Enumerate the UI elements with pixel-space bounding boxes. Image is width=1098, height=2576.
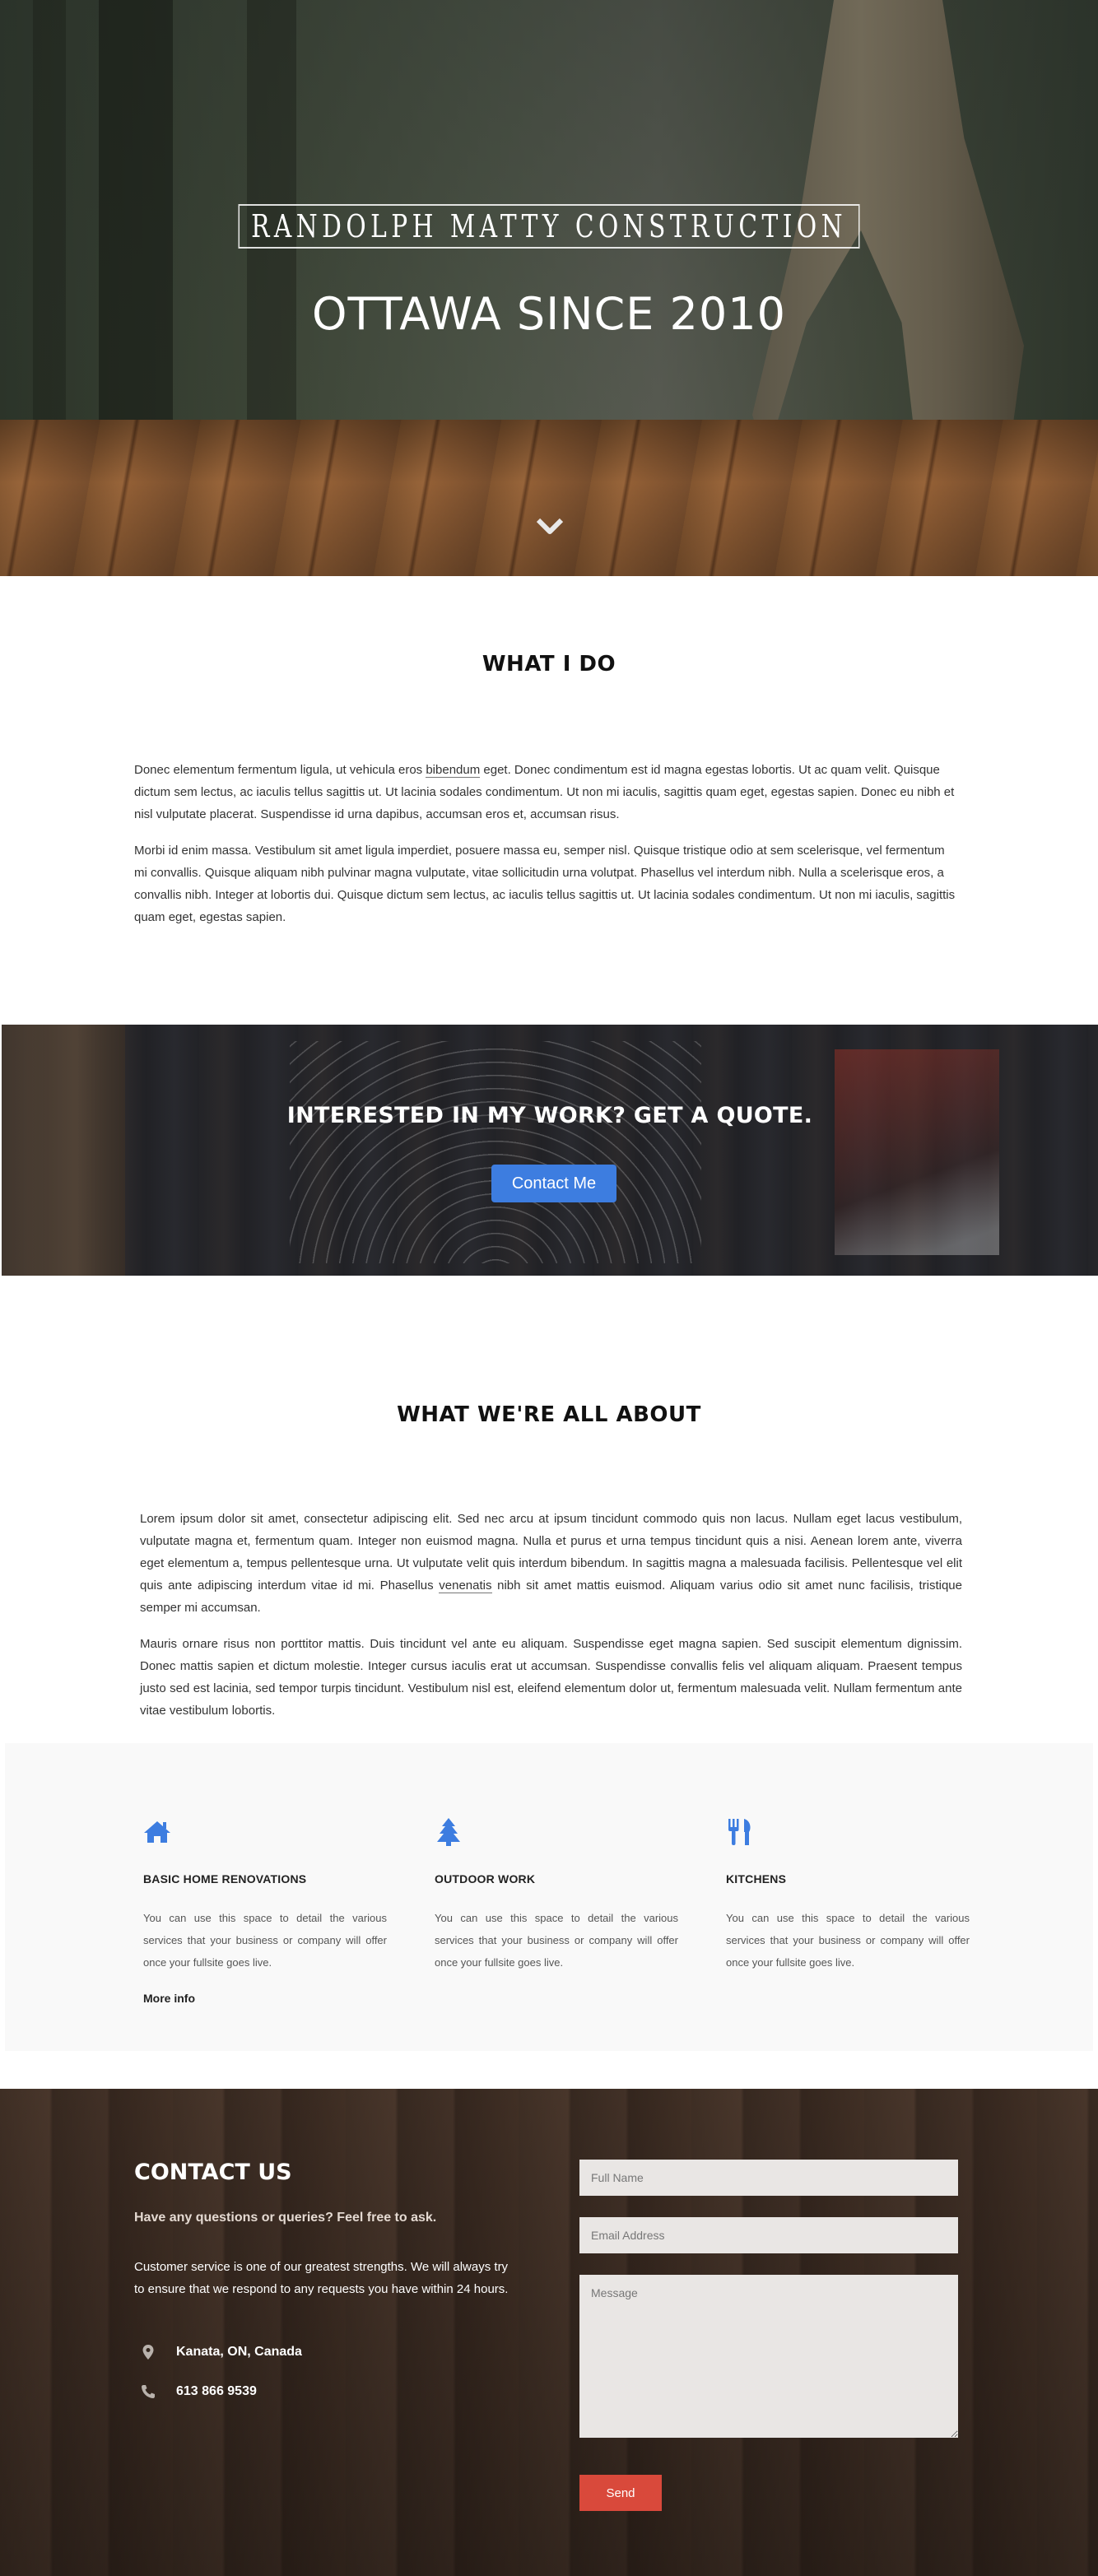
section-title: WHAT I DO — [482, 652, 616, 677]
fork-knife-icon — [728, 1819, 751, 1845]
contact-description: Customer service is one of our greatest … — [134, 2260, 509, 2296]
about-text: Lorem ipsum dolor sit amet, consectetur … — [140, 1508, 962, 1722]
message-field[interactable] — [579, 2275, 958, 2438]
feature-title: OUTDOOR WORK — [435, 1872, 536, 1886]
what-i-do-text: Donec elementum fermentum ligula, ut veh… — [134, 759, 960, 928]
paragraph: Donec elementum fermentum ligula, ut veh… — [134, 759, 960, 825]
feature-home-renovations: BASIC HOME RENOVATIONS You can use this … — [143, 1817, 387, 2006]
contact-me-button[interactable]: Contact Me — [491, 1165, 616, 1202]
phone-text: 613 866 9539 — [176, 2384, 257, 2398]
feature-text: You can use this space to detail the var… — [143, 1912, 387, 1969]
chevron-down-icon[interactable] — [535, 515, 565, 540]
paragraph: Lorem ipsum dolor sit amet, consectetur … — [140, 1508, 962, 1619]
feature-text: You can use this space to detail the var… — [726, 1912, 970, 1969]
cta-title: INTERESTED IN MY WORK? GET A QUOTE. — [286, 1103, 813, 1128]
location-text: Kanata, ON, Canada — [176, 2345, 302, 2359]
hero-background-boardwalk — [0, 420, 1098, 576]
tree-icon — [437, 1818, 460, 1846]
feature-outdoor-work: OUTDOOR WORK You can use this space to d… — [435, 1817, 678, 1974]
send-button[interactable]: Send — [579, 2475, 662, 2511]
feature-title: BASIC HOME RENOVATIONS — [143, 1872, 307, 1886]
feature-kitchens: KITCHENS You can use this space to detai… — [726, 1817, 970, 1974]
text: Donec elementum fermentum ligula, ut veh… — [134, 763, 426, 777]
cta-background-tools — [835, 1049, 999, 1255]
section-title: WHAT WE'RE ALL ABOUT — [397, 1402, 701, 1427]
phone-icon — [142, 2385, 155, 2398]
paragraph: Mauris ornare risus non porttitor mattis… — [140, 1637, 962, 1718]
cta-section: INTERESTED IN MY WORK? GET A QUOTE. Cont… — [2, 1025, 1098, 1276]
hero-content: RANDOLPH MATTY CONSTRUCTION OTTAWA SINCE… — [0, 204, 1098, 340]
feature-text: You can use this space to detail the var… — [435, 1912, 678, 1969]
contact-title: CONTACT US — [134, 2160, 292, 2185]
contact-phone: 613 866 9539 — [140, 2383, 257, 2400]
hero-tagline: OTTAWA SINCE 2010 — [312, 288, 786, 340]
inline-link[interactable]: venenatis — [439, 1579, 492, 1593]
contact-section: CONTACT US Have any questions or queries… — [0, 2089, 1098, 2576]
what-i-do-section: WHAT I DO Donec elementum fermentum ligu… — [0, 576, 1098, 1025]
map-marker-icon — [142, 2345, 154, 2360]
contact-subtitle: Have any questions or queries? Feel free… — [134, 2211, 437, 2225]
more-info-link[interactable]: More info — [143, 1992, 195, 2005]
brand-logo: RANDOLPH MATTY CONSTRUCTION — [238, 204, 860, 249]
cta-background-wires — [290, 1041, 701, 1263]
email-field[interactable] — [579, 2217, 958, 2253]
hero-section: RANDOLPH MATTY CONSTRUCTION OTTAWA SINCE… — [0, 0, 1098, 576]
feature-title: KITCHENS — [726, 1872, 787, 1886]
paragraph: Morbi id enim massa. Vestibulum sit amet… — [134, 844, 956, 924]
features-section: BASIC HOME RENOVATIONS You can use this … — [5, 1743, 1093, 2051]
full-name-field[interactable] — [579, 2160, 958, 2196]
inline-link[interactable]: bibendum — [426, 763, 481, 778]
cta-background-door — [2, 1025, 125, 1276]
about-section: WHAT WE'RE ALL ABOUT Lorem ipsum dolor s… — [0, 1276, 1098, 1743]
home-icon — [144, 1821, 170, 1843]
contact-location: Kanata, ON, Canada — [140, 2344, 302, 2360]
